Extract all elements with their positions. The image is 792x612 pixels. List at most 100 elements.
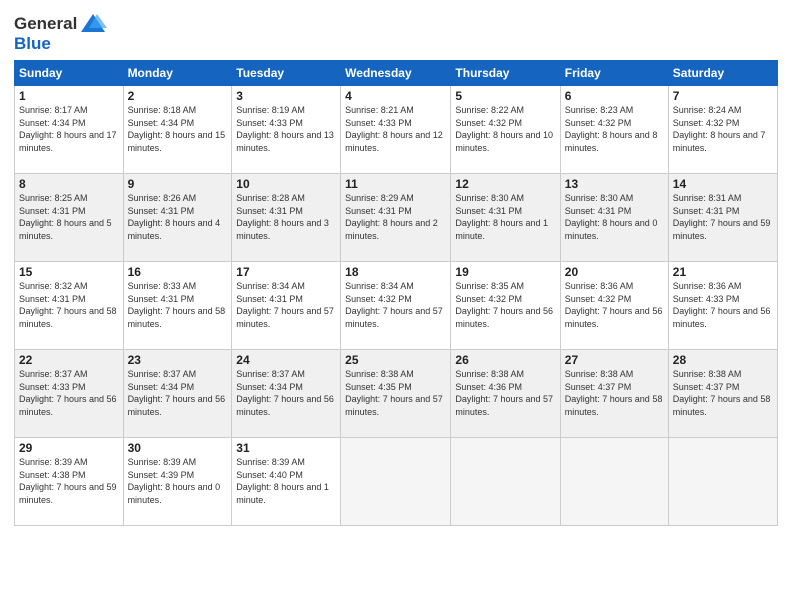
calendar-cell: 19 Sunrise: 8:35 AMSunset: 4:32 PMDaylig… <box>451 262 560 350</box>
day-info: Sunrise: 8:23 AMSunset: 4:32 PMDaylight:… <box>565 105 658 153</box>
day-info: Sunrise: 8:31 AMSunset: 4:31 PMDaylight:… <box>673 193 771 241</box>
day-info: Sunrise: 8:32 AMSunset: 4:31 PMDaylight:… <box>19 281 117 329</box>
day-info: Sunrise: 8:24 AMSunset: 4:32 PMDaylight:… <box>673 105 766 153</box>
calendar-cell: 1 Sunrise: 8:17 AMSunset: 4:34 PMDayligh… <box>15 86 124 174</box>
calendar-cell <box>341 438 451 526</box>
day-number: 3 <box>236 89 336 103</box>
calendar-cell <box>451 438 560 526</box>
day-number: 29 <box>19 441 119 455</box>
logo-icon <box>79 10 107 38</box>
day-info: Sunrise: 8:38 AMSunset: 4:37 PMDaylight:… <box>673 369 771 417</box>
day-info: Sunrise: 8:38 AMSunset: 4:37 PMDaylight:… <box>565 369 663 417</box>
day-info: Sunrise: 8:33 AMSunset: 4:31 PMDaylight:… <box>128 281 226 329</box>
day-number: 2 <box>128 89 228 103</box>
calendar-cell: 9 Sunrise: 8:26 AMSunset: 4:31 PMDayligh… <box>123 174 232 262</box>
calendar-table: SundayMondayTuesdayWednesdayThursdayFrid… <box>14 60 778 526</box>
calendar-cell: 20 Sunrise: 8:36 AMSunset: 4:32 PMDaylig… <box>560 262 668 350</box>
calendar-cell: 30 Sunrise: 8:39 AMSunset: 4:39 PMDaylig… <box>123 438 232 526</box>
day-info: Sunrise: 8:39 AMSunset: 4:39 PMDaylight:… <box>128 457 221 505</box>
calendar-cell: 29 Sunrise: 8:39 AMSunset: 4:38 PMDaylig… <box>15 438 124 526</box>
day-info: Sunrise: 8:38 AMSunset: 4:36 PMDaylight:… <box>455 369 553 417</box>
calendar-cell: 14 Sunrise: 8:31 AMSunset: 4:31 PMDaylig… <box>668 174 777 262</box>
day-info: Sunrise: 8:26 AMSunset: 4:31 PMDaylight:… <box>128 193 221 241</box>
weekday-header-tuesday: Tuesday <box>232 61 341 86</box>
day-number: 16 <box>128 265 228 279</box>
day-number: 22 <box>19 353 119 367</box>
day-number: 31 <box>236 441 336 455</box>
day-info: Sunrise: 8:22 AMSunset: 4:32 PMDaylight:… <box>455 105 553 153</box>
calendar-cell: 8 Sunrise: 8:25 AMSunset: 4:31 PMDayligh… <box>15 174 124 262</box>
calendar-cell: 2 Sunrise: 8:18 AMSunset: 4:34 PMDayligh… <box>123 86 232 174</box>
weekday-header-saturday: Saturday <box>668 61 777 86</box>
logo: General Blue <box>14 10 107 54</box>
day-number: 23 <box>128 353 228 367</box>
page-header: General Blue <box>14 10 778 54</box>
day-info: Sunrise: 8:37 AMSunset: 4:34 PMDaylight:… <box>128 369 226 417</box>
day-info: Sunrise: 8:17 AMSunset: 4:34 PMDaylight:… <box>19 105 117 153</box>
day-number: 28 <box>673 353 773 367</box>
calendar-cell: 10 Sunrise: 8:28 AMSunset: 4:31 PMDaylig… <box>232 174 341 262</box>
day-number: 13 <box>565 177 664 191</box>
weekday-header-friday: Friday <box>560 61 668 86</box>
day-number: 25 <box>345 353 446 367</box>
day-info: Sunrise: 8:34 AMSunset: 4:32 PMDaylight:… <box>345 281 443 329</box>
weekday-header-monday: Monday <box>123 61 232 86</box>
weekday-header-wednesday: Wednesday <box>341 61 451 86</box>
day-info: Sunrise: 8:29 AMSunset: 4:31 PMDaylight:… <box>345 193 438 241</box>
day-info: Sunrise: 8:34 AMSunset: 4:31 PMDaylight:… <box>236 281 334 329</box>
day-info: Sunrise: 8:30 AMSunset: 4:31 PMDaylight:… <box>565 193 658 241</box>
day-number: 1 <box>19 89 119 103</box>
day-info: Sunrise: 8:19 AMSunset: 4:33 PMDaylight:… <box>236 105 334 153</box>
calendar-cell: 21 Sunrise: 8:36 AMSunset: 4:33 PMDaylig… <box>668 262 777 350</box>
calendar-cell: 17 Sunrise: 8:34 AMSunset: 4:31 PMDaylig… <box>232 262 341 350</box>
calendar-cell: 4 Sunrise: 8:21 AMSunset: 4:33 PMDayligh… <box>341 86 451 174</box>
day-number: 17 <box>236 265 336 279</box>
day-info: Sunrise: 8:36 AMSunset: 4:33 PMDaylight:… <box>673 281 771 329</box>
calendar-cell: 25 Sunrise: 8:38 AMSunset: 4:35 PMDaylig… <box>341 350 451 438</box>
day-info: Sunrise: 8:37 AMSunset: 4:33 PMDaylight:… <box>19 369 117 417</box>
day-number: 30 <box>128 441 228 455</box>
day-number: 6 <box>565 89 664 103</box>
calendar-cell: 31 Sunrise: 8:39 AMSunset: 4:40 PMDaylig… <box>232 438 341 526</box>
calendar-cell <box>560 438 668 526</box>
day-number: 15 <box>19 265 119 279</box>
calendar-cell: 12 Sunrise: 8:30 AMSunset: 4:31 PMDaylig… <box>451 174 560 262</box>
day-info: Sunrise: 8:36 AMSunset: 4:32 PMDaylight:… <box>565 281 663 329</box>
day-number: 14 <box>673 177 773 191</box>
calendar-cell: 3 Sunrise: 8:19 AMSunset: 4:33 PMDayligh… <box>232 86 341 174</box>
day-number: 5 <box>455 89 555 103</box>
calendar-cell: 7 Sunrise: 8:24 AMSunset: 4:32 PMDayligh… <box>668 86 777 174</box>
calendar-cell: 5 Sunrise: 8:22 AMSunset: 4:32 PMDayligh… <box>451 86 560 174</box>
day-info: Sunrise: 8:18 AMSunset: 4:34 PMDaylight:… <box>128 105 226 153</box>
logo-general: General <box>14 14 77 34</box>
day-number: 20 <box>565 265 664 279</box>
day-info: Sunrise: 8:35 AMSunset: 4:32 PMDaylight:… <box>455 281 553 329</box>
calendar-cell: 28 Sunrise: 8:38 AMSunset: 4:37 PMDaylig… <box>668 350 777 438</box>
day-number: 10 <box>236 177 336 191</box>
day-number: 4 <box>345 89 446 103</box>
day-number: 9 <box>128 177 228 191</box>
day-number: 8 <box>19 177 119 191</box>
calendar-cell: 18 Sunrise: 8:34 AMSunset: 4:32 PMDaylig… <box>341 262 451 350</box>
calendar-cell: 23 Sunrise: 8:37 AMSunset: 4:34 PMDaylig… <box>123 350 232 438</box>
day-number: 27 <box>565 353 664 367</box>
day-info: Sunrise: 8:25 AMSunset: 4:31 PMDaylight:… <box>19 193 112 241</box>
day-number: 12 <box>455 177 555 191</box>
calendar-cell: 11 Sunrise: 8:29 AMSunset: 4:31 PMDaylig… <box>341 174 451 262</box>
calendar-cell <box>668 438 777 526</box>
day-info: Sunrise: 8:39 AMSunset: 4:40 PMDaylight:… <box>236 457 329 505</box>
day-info: Sunrise: 8:30 AMSunset: 4:31 PMDaylight:… <box>455 193 548 241</box>
day-number: 19 <box>455 265 555 279</box>
calendar-cell: 24 Sunrise: 8:37 AMSunset: 4:34 PMDaylig… <box>232 350 341 438</box>
weekday-header-thursday: Thursday <box>451 61 560 86</box>
calendar-cell: 15 Sunrise: 8:32 AMSunset: 4:31 PMDaylig… <box>15 262 124 350</box>
calendar-cell: 6 Sunrise: 8:23 AMSunset: 4:32 PMDayligh… <box>560 86 668 174</box>
day-info: Sunrise: 8:39 AMSunset: 4:38 PMDaylight:… <box>19 457 117 505</box>
day-number: 21 <box>673 265 773 279</box>
calendar-cell: 27 Sunrise: 8:38 AMSunset: 4:37 PMDaylig… <box>560 350 668 438</box>
day-info: Sunrise: 8:28 AMSunset: 4:31 PMDaylight:… <box>236 193 329 241</box>
day-number: 24 <box>236 353 336 367</box>
day-number: 18 <box>345 265 446 279</box>
day-info: Sunrise: 8:38 AMSunset: 4:35 PMDaylight:… <box>345 369 443 417</box>
day-info: Sunrise: 8:21 AMSunset: 4:33 PMDaylight:… <box>345 105 443 153</box>
